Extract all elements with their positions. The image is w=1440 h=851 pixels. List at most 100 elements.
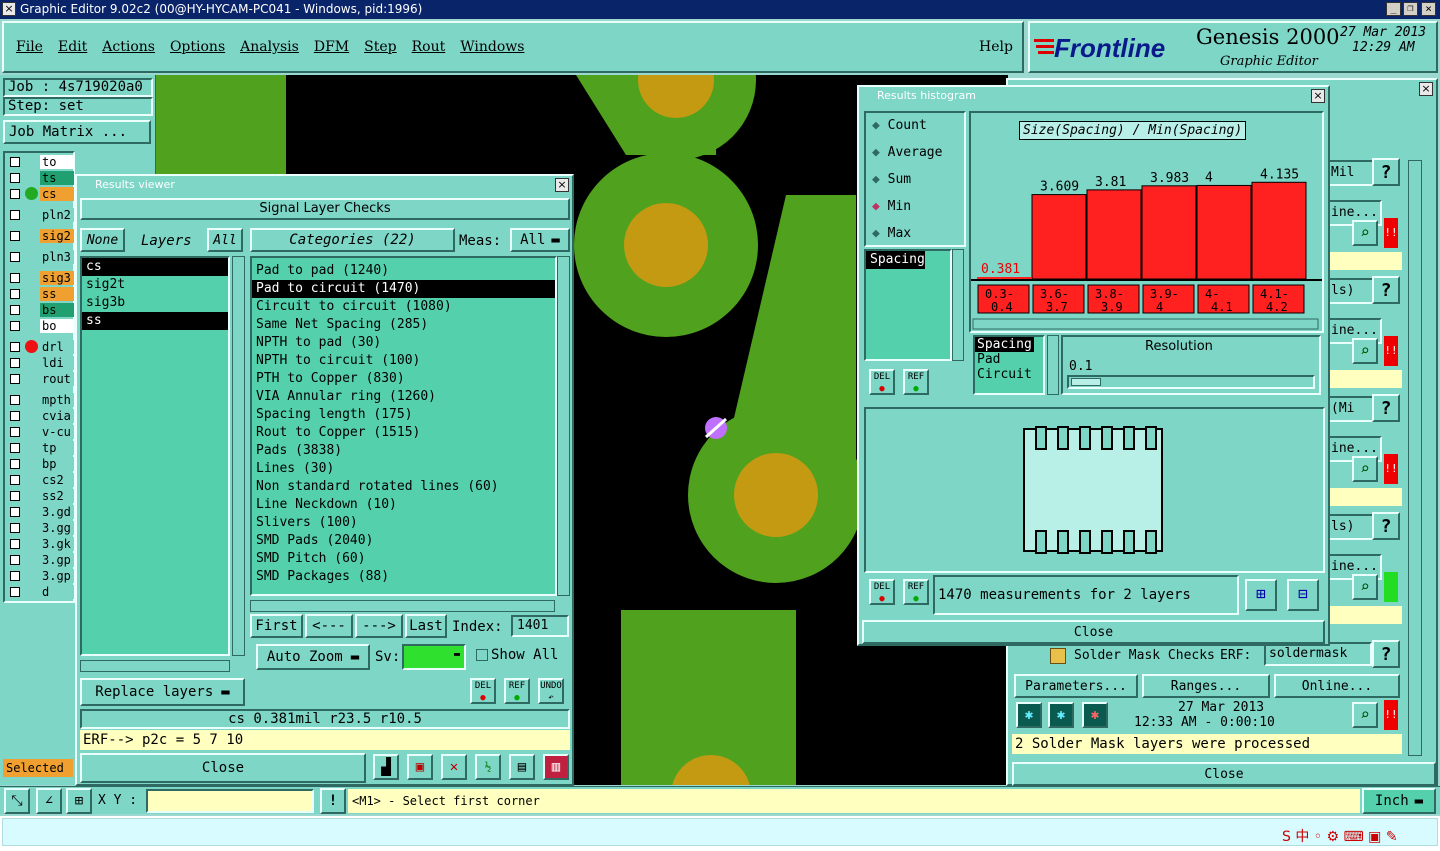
xy-input[interactable]	[146, 789, 314, 813]
resolution-list-item[interactable]: Spacing	[975, 337, 1034, 352]
histogram-list-item[interactable]: Spacing	[866, 251, 925, 269]
layer-row-tp[interactable]: tp	[6, 440, 74, 456]
preview-delete-icon[interactable]: DEL ●	[869, 579, 895, 605]
category-item[interactable]: Line Neckdown (10)	[252, 496, 555, 514]
auto-zoom-button[interactable]: Auto Zoom ▬	[256, 644, 370, 670]
compare-icon[interactable]: ½	[475, 754, 501, 780]
histogram-bar[interactable]	[1251, 181, 1307, 280]
menu-help[interactable]: Help	[979, 39, 1013, 55]
stop-icon[interactable]: ✱	[1082, 702, 1108, 728]
layer-row-3.gd[interactable]: 3.gd	[6, 504, 74, 520]
layer-checkbox[interactable]	[10, 443, 20, 453]
run-all-icon[interactable]: ✱	[1048, 702, 1074, 728]
layer-list-item[interactable]: sig2t	[82, 276, 228, 294]
histogram-bar[interactable]	[977, 277, 1031, 279]
menu-step[interactable]: Step	[364, 39, 396, 55]
category-item[interactable]: Non standard rotated lines (60)	[252, 478, 555, 496]
layer-checkbox[interactable]	[10, 273, 20, 283]
categories-hscrollbar[interactable]	[250, 600, 555, 612]
layer-list-item[interactable]: cs	[82, 258, 228, 276]
layer-row-cs[interactable]: cs	[6, 186, 74, 202]
layer-checkbox[interactable]	[10, 587, 20, 597]
results-viewer-close-icon[interactable]: ×	[555, 178, 569, 192]
histogram-bar[interactable]	[1196, 184, 1252, 280]
zoom-icon[interactable]: ⌕	[1352, 702, 1378, 728]
histogram-icon[interactable]: ▥	[543, 754, 569, 780]
category-item[interactable]: Pad to pad (1240)	[252, 262, 555, 280]
restore-button[interactable]: ❐	[1403, 2, 1418, 16]
layer-row-3.gp[interactable]: 3.gp	[6, 568, 74, 584]
category-item[interactable]: Pad to circuit (1470)	[252, 280, 555, 298]
layer-checkbox[interactable]	[10, 523, 20, 533]
layer-checkbox[interactable]	[10, 210, 20, 220]
layer-row-pln3[interactable]: pln3	[6, 249, 74, 265]
histogram-bar[interactable]	[1031, 194, 1087, 280]
layer-checkbox[interactable]	[10, 358, 20, 368]
category-item[interactable]: Spacing length (175)	[252, 406, 555, 424]
online-button[interactable]: Online...	[1274, 674, 1400, 698]
layer-row-to[interactable]: to	[6, 154, 74, 170]
zoom-icon[interactable]: ⌕	[1352, 338, 1378, 364]
category-item[interactable]: SMD Pads (2040)	[252, 532, 555, 550]
layer-row-bo[interactable]: bo	[6, 318, 74, 334]
sv-color-select[interactable]: ▬	[402, 644, 466, 670]
mode-radio-sum[interactable]: ◆ Sum	[872, 172, 911, 187]
preview-reference-icon[interactable]: REF ●	[903, 579, 929, 605]
delete-icon[interactable]: DEL ●	[470, 678, 496, 704]
menu-file[interactable]: File	[16, 39, 43, 55]
hist-reference-icon[interactable]: REF ●	[903, 369, 929, 395]
unit-select[interactable]: Inch ▬	[1362, 788, 1436, 814]
lamp-icon[interactable]: ▟	[373, 754, 399, 780]
category-item[interactable]: Same Net Spacing (285)	[252, 316, 555, 334]
first-button[interactable]: First	[250, 614, 303, 638]
help-question-icon[interactable]: ?	[1372, 640, 1400, 668]
category-item[interactable]: Rout to Copper (1515)	[252, 424, 555, 442]
job-matrix-button[interactable]: Job Matrix ...	[3, 120, 151, 144]
category-item[interactable]: Lines (30)	[252, 460, 555, 478]
undo-icon[interactable]: UNDO ↶	[538, 678, 564, 704]
menu-windows[interactable]: Windows	[460, 39, 524, 55]
layer-row-3.gk[interactable]: 3.gk	[6, 536, 74, 552]
index-input[interactable]: 1401	[511, 615, 569, 637]
category-item[interactable]: PTH to Copper (830)	[252, 370, 555, 388]
results-close-button[interactable]: Close	[80, 753, 366, 783]
run-icon[interactable]: ✱	[1016, 702, 1042, 728]
layer-checkbox[interactable]	[10, 289, 20, 299]
menu-rout[interactable]: Rout	[412, 39, 446, 55]
category-item[interactable]: VIA Annular ring (1260)	[252, 388, 555, 406]
resolution-list-item[interactable]: Circuit	[975, 367, 1043, 382]
layer-checkbox[interactable]	[10, 305, 20, 315]
prev-button[interactable]: <---	[305, 614, 353, 638]
layer-list-hscrollbar[interactable]	[80, 660, 230, 672]
layer-checkbox[interactable]	[10, 539, 20, 549]
layer-checkbox[interactable]	[10, 374, 20, 384]
layer-row-drl[interactable]: drl	[6, 339, 74, 355]
zoom-icon[interactable]: ⌕	[1352, 574, 1378, 600]
zoom-icon[interactable]: ⌕	[1352, 456, 1378, 482]
layer-row-mpth[interactable]: mpth	[6, 392, 74, 408]
meas-select[interactable]: All ▬	[510, 228, 570, 252]
help-question-icon[interactable]: ?	[1372, 276, 1400, 304]
layer-row-sig2[interactable]: sig2	[6, 228, 74, 244]
measure-icon[interactable]: ∠	[36, 788, 62, 814]
none-button[interactable]: None	[80, 228, 125, 252]
layer-checkbox[interactable]	[10, 157, 20, 167]
layer-checkbox[interactable]	[10, 555, 20, 565]
layer-row-rout[interactable]: rout	[6, 371, 74, 387]
layer-checkbox[interactable]	[10, 342, 20, 352]
layer-row-cs2[interactable]: cs2	[6, 472, 74, 488]
reference-icon[interactable]: REF ●	[504, 678, 530, 704]
layer-list-item[interactable]: ss	[82, 312, 228, 330]
category-item[interactable]: NPTH to circuit (100)	[252, 352, 555, 370]
mode-radio-count[interactable]: ◆ Count	[872, 118, 927, 133]
help-question-icon[interactable]: ?	[1372, 512, 1400, 540]
layer-row-pln2[interactable]: pln2	[6, 207, 74, 223]
replace-layers-button[interactable]: Replace layers ▬	[80, 678, 245, 706]
report-icon[interactable]: ▤	[509, 754, 535, 780]
next-button[interactable]: --->	[355, 614, 403, 638]
layer-checkbox[interactable]	[10, 491, 20, 501]
dfm-close-button[interactable]: Close	[1012, 762, 1436, 786]
show-all-checkbox[interactable]	[476, 649, 488, 661]
alert-icon[interactable]: !	[320, 788, 346, 814]
layer-checkbox[interactable]	[10, 507, 20, 517]
